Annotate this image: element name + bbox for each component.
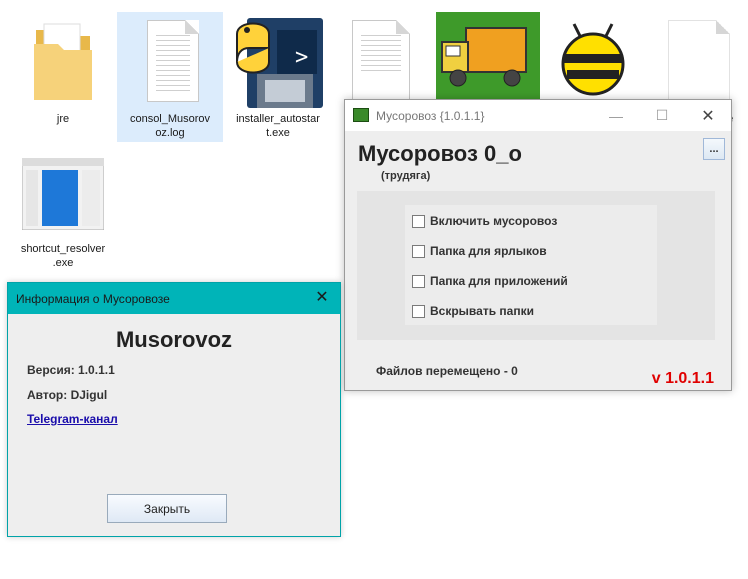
close-icon[interactable]: ✕	[310, 287, 334, 309]
checkbox[interactable]	[412, 214, 425, 228]
python-installer-icon: >	[236, 18, 323, 108]
document-icon	[147, 20, 199, 102]
file-shortcut-resolver[interactable]: shortcut_resolver .exe	[10, 152, 116, 272]
title-bar: Информация о Мусоровозе ✕	[8, 283, 340, 314]
files-moved-status: Файлов перемещено - 0	[376, 364, 518, 378]
file-document[interactable]	[332, 12, 438, 102]
option-enable-musorovoz[interactable]: Включить мусоровоз	[412, 214, 557, 228]
close-button[interactable]: ✕	[685, 100, 731, 131]
file-label: installer_autostar t.exe	[236, 113, 320, 139]
option-label: Вскрывать папки	[430, 304, 534, 318]
checkbox[interactable]	[412, 274, 425, 288]
document-icon	[352, 20, 410, 100]
garbage-truck-icon	[436, 12, 540, 100]
minimize-button[interactable]: —	[593, 100, 639, 131]
file-consol-log[interactable]: consol_Musorov oz.log	[117, 12, 223, 142]
bee-icon	[561, 23, 625, 96]
maximize-button[interactable]: ☐	[639, 100, 685, 131]
app-name: Musorovoz	[115, 327, 233, 352]
option-label: Включить мусоровоз	[430, 214, 558, 228]
app-heading: Мусоровоз 0_о	[358, 141, 522, 166]
options-list: Включить мусоровоз Папка для ярлыков Пап…	[405, 205, 657, 325]
file-label: shortcut_resolver .exe	[20, 243, 106, 269]
app-subtitle: (трудяга)	[381, 170, 431, 182]
file-installer-autostart[interactable]: > installer_autostar t.exe	[225, 12, 331, 142]
window-title: Информация о Мусоровозе	[16, 292, 170, 306]
document-icon	[668, 20, 730, 104]
svg-text:>: >	[295, 45, 308, 70]
app-window-icon	[22, 158, 104, 230]
musorovoz-window: Мусоровоз {1.0.1.1} — ☐ ✕ Мусоровоз 0_о …	[344, 99, 732, 391]
author-info: Автор: DJigul	[27, 388, 108, 402]
file-bee-app[interactable]	[540, 12, 646, 102]
option-open-folders[interactable]: Вскрывать папки	[412, 304, 534, 318]
file-jre[interactable]: jre	[10, 12, 116, 142]
option-shortcuts-folder[interactable]: Папка для ярлыков	[412, 244, 547, 258]
option-label: Папка для ярлыков	[430, 244, 547, 258]
file-label: jre	[56, 113, 70, 125]
title-bar: Мусоровоз {1.0.1.1} — ☐ ✕	[345, 100, 731, 131]
file-musorovoz-exe[interactable]	[434, 12, 540, 102]
info-window: Информация о Мусоровозе ✕ Musorovoz Верс…	[7, 282, 341, 537]
checkbox[interactable]	[412, 304, 425, 318]
options-panel: Включить мусоровоз Папка для ярлыков Пап…	[357, 191, 715, 340]
close-dialog-button[interactable]: Закрыть	[107, 494, 227, 523]
window-title: Мусоровоз {1.0.1.1}	[376, 109, 485, 123]
app-icon	[353, 108, 369, 122]
version-info: Версия: 1.0.1.1	[27, 363, 115, 377]
checkbox[interactable]	[412, 244, 425, 258]
file-label: consol_Musorov oz.log	[129, 113, 211, 139]
version-label: v 1.0.1.1	[651, 370, 714, 387]
option-apps-folder[interactable]: Папка для приложений	[412, 274, 568, 288]
more-button[interactable]: ...	[703, 138, 725, 160]
folder-icon	[34, 23, 92, 100]
option-label: Папка для приложений	[430, 274, 568, 288]
telegram-link[interactable]: Telegram-канал	[27, 412, 118, 426]
